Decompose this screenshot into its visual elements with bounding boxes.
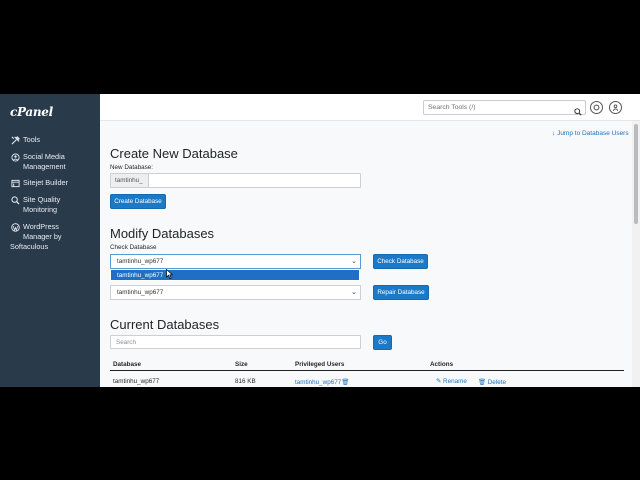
modify-databases-title: Modify Databases <box>110 226 215 241</box>
pencil-icon: ✎ <box>436 378 442 385</box>
sidebar-item-site-quality[interactable]: Site Quality Monitoring <box>10 195 60 215</box>
sidebar-item-label: Management <box>23 162 66 171</box>
column-header-actions: Actions <box>430 361 454 368</box>
create-database-button[interactable]: Create Database <box>110 194 166 209</box>
sidebar-item-social-media[interactable]: Social Media Management <box>10 152 66 172</box>
site-quality-icon <box>10 195 20 205</box>
rename-database-link[interactable]: ✎ Rename <box>436 378 467 385</box>
sidebar-item-wordpress[interactable]: WordPress Manager by Softaculous <box>10 222 62 252</box>
create-database-title: Create New Database <box>110 146 238 161</box>
database-search-input[interactable]: Search <box>110 335 361 349</box>
social-media-icon <box>10 152 20 162</box>
check-database-label: Check Database <box>110 244 157 251</box>
new-database-field[interactable]: tamtinhu_ <box>110 173 361 188</box>
database-name-cell: tamtinhu_wp677 <box>113 378 160 385</box>
tools-icon <box>10 135 20 145</box>
wordpress-icon <box>10 222 20 232</box>
repair-database-select[interactable]: tamtinhu_wp677 ⌄ <box>110 285 361 300</box>
mouse-cursor-icon <box>166 266 174 284</box>
table-header-divider <box>110 370 624 371</box>
scrollbar-thumb[interactable] <box>634 124 638 224</box>
sidebar-item-label: Sitejet Builder <box>23 178 69 187</box>
cpanel-logo[interactable]: cPanel <box>10 105 53 119</box>
search-icon[interactable] <box>574 103 582 121</box>
sidebar-item-label: Softaculous <box>10 242 49 251</box>
arrow-down-icon: ↓ <box>552 130 556 137</box>
column-header-privileged-users: Privileged Users <box>295 361 345 368</box>
notifications-icon[interactable] <box>590 101 603 114</box>
trash-icon[interactable]: 🗑 <box>341 379 349 386</box>
sidebar-item-label: Manager by <box>23 232 62 241</box>
check-database-select[interactable]: tamtinhu_wp677 ⌄ <box>110 254 361 269</box>
sidebar: cPanel Tools Social Media Management Sit… <box>0 94 100 387</box>
sidebar-item-label: Tools <box>23 135 41 144</box>
tools-search-input[interactable]: Search Tools (/) <box>423 100 586 116</box>
sitejet-icon <box>10 178 20 188</box>
current-databases-title: Current Databases <box>110 317 220 332</box>
check-database-button[interactable]: Check Database <box>373 254 428 269</box>
page-scrollbar[interactable] <box>632 121 640 387</box>
user-account-icon[interactable] <box>609 101 622 114</box>
chevron-down-icon: ⌄ <box>351 289 357 296</box>
cpanel-window: cPanel Tools Social Media Management Sit… <box>0 94 640 387</box>
sidebar-item-label: Monitoring <box>23 205 58 214</box>
go-button[interactable]: Go <box>373 335 392 350</box>
privileged-user-link[interactable]: tamtinhu_wp677🗑 <box>295 378 349 386</box>
repair-database-button[interactable]: Repair Database <box>373 285 429 300</box>
database-size-cell: 816 KB <box>235 378 256 385</box>
jump-to-database-users-link[interactable]: ↓ Jump to Database Users <box>552 130 629 137</box>
trash-icon: 🗑 <box>478 379 486 386</box>
new-database-label: New Database: <box>110 164 154 171</box>
column-header-database[interactable]: Database <box>113 361 141 368</box>
sidebar-item-label: Social Media <box>23 152 65 161</box>
search-placeholder: Search <box>116 339 136 346</box>
search-placeholder: Search Tools (/) <box>428 104 476 111</box>
sidebar-item-sitejet[interactable]: Sitejet Builder <box>10 178 68 188</box>
main-content: ↓ Jump to Database Users Create New Data… <box>100 121 632 387</box>
delete-database-link[interactable]: 🗑 Delete <box>478 378 506 386</box>
top-header: Search Tools (/) <box>100 94 640 121</box>
sidebar-item-tools[interactable]: Tools <box>10 135 40 145</box>
sidebar-item-label: Site Quality <box>23 195 61 204</box>
dropdown-option[interactable]: tamtinhu_wp677 <box>110 269 360 281</box>
column-header-size[interactable]: Size <box>235 361 248 368</box>
sidebar-item-label: WordPress <box>23 222 59 231</box>
database-prefix: tamtinhu_ <box>111 174 149 187</box>
chevron-down-icon: ⌄ <box>351 258 357 265</box>
